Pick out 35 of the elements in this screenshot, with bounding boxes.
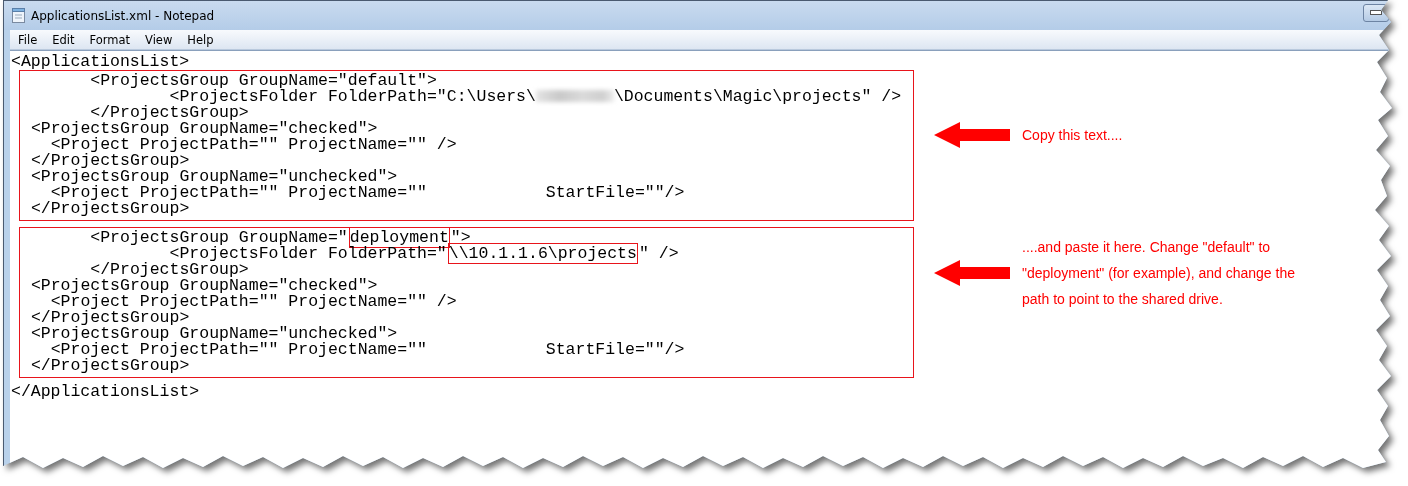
- code-line: <ProjectsGroup GroupName="unchecked">: [29, 326, 398, 342]
- code-text: \Documents\Magic\projects" />: [613, 87, 902, 106]
- code-line: <ProjectsGroup GroupName="checked">: [29, 121, 378, 137]
- menu-item[interactable]: View: [137, 32, 180, 47]
- code-line: </ProjectsGroup>: [90, 262, 249, 278]
- code-line: <Project ProjectPath="" ProjectName="" StartFile=""/>: [50, 185, 686, 201]
- code-line: </ProjectsGroup>: [29, 153, 190, 169]
- menu-item[interactable]: Help: [179, 32, 221, 47]
- code-line: <Project ProjectPath="" ProjectName="" />: [50, 137, 458, 153]
- menu-item[interactable]: File: [10, 32, 45, 47]
- code-text: <ProjectsFolder FolderPath="C:\Users\: [169, 87, 536, 106]
- code-line: </ProjectsGroup>: [90, 105, 249, 121]
- code-line: <Project ProjectPath="" ProjectName="" StartFile=""/>: [50, 342, 686, 358]
- code-line: </ProjectsGroup>: [29, 201, 190, 217]
- annotation-text: ....and paste it here. Change "default" to "deployment" (for example), and change the path to point to the shared drive.: [1022, 238, 1296, 309]
- menu-item[interactable]: Edit: [44, 32, 82, 47]
- menu-item[interactable]: Format: [81, 32, 138, 47]
- code-text: " />: [638, 244, 679, 263]
- code-line: <ProjectsGroup GroupName="unchecked">: [29, 169, 398, 185]
- code-line: </ApplicationsList>: [11, 384, 201, 400]
- minimize-button[interactable]: [1363, 3, 1389, 22]
- annotation-text: Copy this text....: [1022, 126, 1124, 145]
- arrow-icon: [934, 122, 1010, 148]
- notepad-icon: [12, 8, 25, 23]
- highlighted-text: \\10.1.1.6\projects: [447, 243, 638, 264]
- window-title: ApplicationsList.xml - Notepad: [31, 8, 215, 23]
- code-line: <Project ProjectPath="" ProjectName="" />: [50, 294, 458, 310]
- code-line: <ProjectsGroup GroupName="default">: [89, 73, 437, 89]
- highlighted-text: deployment: [348, 227, 450, 248]
- code-line: <ApplicationsList>: [11, 54, 191, 70]
- code-line: </ProjectsGroup>: [29, 310, 190, 326]
- arrow-icon: [934, 260, 1010, 286]
- code-text: <ProjectsGroup GroupName=": [89, 228, 348, 247]
- code-line: </ProjectsGroup>: [29, 358, 190, 374]
- code-line: <ProjectsGroup GroupName="checked">: [29, 278, 378, 294]
